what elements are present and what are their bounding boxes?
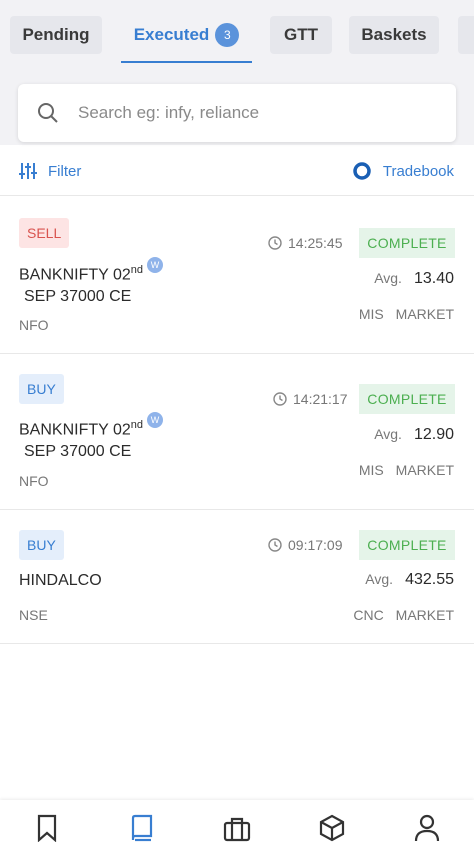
order-row[interactable]: SELL 14:25:45 COMPLETE BANKNIFTY 02nd W S… [0, 197, 474, 354]
order-row[interactable]: BUY 09:17:09 COMPLETE HINDALCO Avg. 432.… [0, 510, 474, 644]
order-product: MIS [358, 462, 384, 478]
tab-label: Pending [22, 25, 90, 44]
avg-label: Avg. [374, 426, 402, 442]
weekly-expiry-badge: W [147, 257, 163, 273]
order-product: MIS [358, 306, 384, 322]
order-product-type: CNC MARKET [353, 607, 454, 623]
tab-executed[interactable]: Executed 3 [121, 16, 252, 54]
order-product-type: MIS MARKET [359, 306, 454, 322]
filter-icon [19, 163, 37, 179]
search-input[interactable] [78, 98, 438, 128]
symbol-line2: SEP 37000 CE [24, 288, 132, 306]
avg-value: 13.40 [413, 270, 454, 287]
nav-orders[interactable] [128, 814, 156, 842]
tab-baskets[interactable]: Baskets [349, 16, 439, 54]
order-product-type: MIS MARKET [359, 462, 454, 478]
weekly-expiry-badge: W [147, 412, 163, 428]
order-side-badge: BUY [19, 530, 64, 560]
bookmark-icon [37, 814, 57, 842]
order-status-badge: COMPLETE [359, 384, 455, 414]
filter-label: Filter [48, 162, 82, 180]
order-status-badge: COMPLETE [359, 530, 455, 560]
order-symbol: BANKNIFTY 02nd W SEP 37000 CE [19, 412, 163, 463]
search-icon [38, 103, 58, 123]
order-exchange: NSE [19, 607, 48, 623]
tradebook-label: Tradebook [382, 162, 454, 180]
avg-price: Avg. 12.90 [374, 426, 454, 444]
symbol-line1: BANKNIFTY 02 [19, 266, 131, 284]
nav-watchlist[interactable] [33, 814, 61, 842]
order-symbol: HINDALCO [19, 570, 102, 592]
order-type: MARKET [395, 462, 454, 478]
order-side-badge: SELL [19, 218, 70, 248]
top-bar: Pending Executed 3 GTT Baskets [0, 0, 474, 145]
symbol-line1: HINDALCO [19, 572, 102, 589]
avg-value: 432.55 [405, 571, 454, 588]
tradebook-button[interactable]: Tradebook [353, 162, 454, 180]
clock-icon [268, 538, 282, 552]
portfolio-icon [223, 817, 251, 842]
order-side-badge: BUY [19, 374, 64, 404]
symbol-suffix: nd [130, 419, 143, 431]
nav-account[interactable] [413, 814, 441, 842]
avg-value: 12.90 [413, 426, 454, 443]
executed-count-badge: 3 [215, 23, 240, 47]
order-exchange: NFO [19, 317, 49, 333]
symbol-line1: BANKNIFTY 02 [19, 421, 131, 439]
avg-price: Avg. 13.40 [374, 270, 454, 288]
orders-icon [131, 814, 153, 842]
tradebook-icon [353, 162, 371, 180]
order-status-badge: COMPLETE [359, 228, 455, 258]
order-time-text: 09:17:09 [288, 537, 343, 553]
order-time: 09:17:09 [268, 537, 343, 553]
symbol-suffix: nd [130, 264, 143, 276]
search-box[interactable] [18, 84, 456, 142]
order-symbol: BANKNIFTY 02nd W SEP 37000 CE [19, 257, 163, 308]
nav-portfolio[interactable] [223, 814, 251, 842]
avg-label: Avg. [374, 270, 402, 286]
order-type: MARKET [395, 306, 454, 322]
clock-icon [273, 392, 287, 406]
bottom-nav [0, 800, 474, 842]
positions-icon [319, 814, 345, 842]
order-time-text: 14:21:17 [293, 391, 348, 407]
order-row[interactable]: BUY 14:21:17 COMPLETE BANKNIFTY 02nd W SE… [0, 354, 474, 510]
tab-label: Executed [133, 25, 210, 44]
active-tab-indicator [121, 61, 252, 63]
nav-positions[interactable] [318, 814, 346, 842]
order-product: CNC [353, 607, 384, 623]
account-icon [414, 814, 440, 842]
clock-icon [268, 236, 282, 250]
tab-label: Baskets [361, 25, 427, 44]
tab-label: GTT [284, 25, 318, 44]
order-time: 14:21:17 [273, 391, 348, 407]
order-time: 14:25:45 [268, 235, 343, 251]
order-tabs: Pending Executed 3 GTT Baskets [0, 0, 474, 70]
avg-label: Avg. [365, 571, 394, 587]
order-type: MARKET [395, 607, 454, 623]
tab-pending[interactable]: Pending [10, 16, 102, 54]
avg-price: Avg. 432.55 [365, 571, 454, 589]
tab-gtt[interactable]: GTT [270, 16, 332, 54]
symbol-line2: SEP 37000 CE [24, 443, 132, 461]
filter-button[interactable]: Filter [18, 162, 81, 180]
filter-bar: Filter Tradebook [0, 150, 474, 196]
order-exchange: NFO [19, 473, 49, 489]
tab-more[interactable] [458, 16, 474, 54]
order-time-text: 14:25:45 [288, 235, 343, 251]
